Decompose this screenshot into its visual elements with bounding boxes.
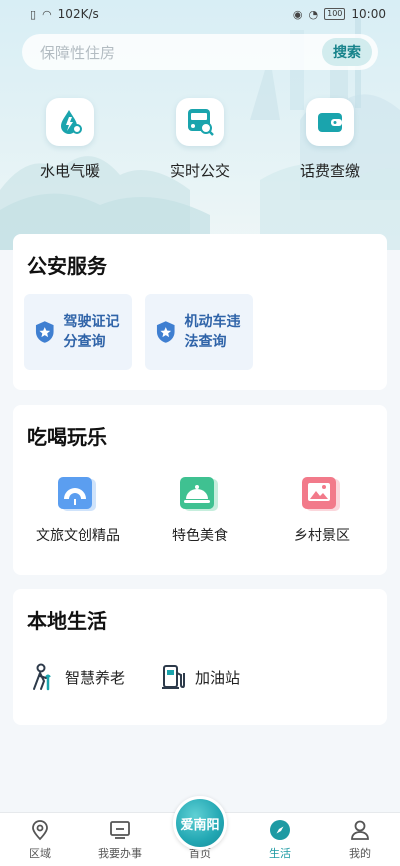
status-bar: ▯ ◠ 102K/s ◉ ◔ 100 10:00 — [0, 0, 400, 28]
quick-item-label: 水电气暖 — [39, 162, 100, 180]
quick-item-label: 实时公交 — [169, 162, 230, 180]
food-fun-card: 吃喝玩乐 文旅文创精品 特色美食 乡村景区 — [13, 405, 387, 575]
wallet-icon — [306, 98, 354, 146]
search-input[interactable]: 保障性住房 — [40, 42, 115, 63]
tab-label: 我要办事 — [98, 847, 142, 860]
smart-elderly-care[interactable]: 智慧养老 — [31, 663, 125, 691]
fun-item-label: 特色美食 — [172, 528, 228, 544]
bus-icon — [176, 98, 224, 146]
logo-text: 爱南阳 — [180, 817, 220, 833]
quick-item-bus[interactable]: 实时公交 — [145, 98, 255, 181]
tile-label: 机动车违法查询 — [184, 314, 241, 350]
tile-label: 驾驶证记分查询 — [63, 314, 120, 350]
search-bar[interactable]: 保障性住房 搜索 — [22, 34, 378, 70]
sim-icon: ▯ — [30, 7, 37, 21]
landscape-icon — [302, 477, 340, 511]
section-title: 公安服务 — [27, 254, 107, 278]
section-title: 本地生活 — [27, 609, 107, 633]
clock: 10:00 — [351, 7, 386, 21]
monitor-icon — [110, 821, 130, 839]
tab-region[interactable]: 区域 — [0, 819, 80, 861]
local-food[interactable]: 特色美食 — [140, 475, 260, 545]
quick-services: 水电气暖 实时公交 话费查缴 — [0, 98, 400, 190]
fun-item-label: 文旅文创精品 — [36, 528, 120, 544]
shield-star-icon — [156, 321, 175, 343]
vehicle-violation-query[interactable]: 机动车违法查询 — [145, 294, 253, 370]
battery-icon: 100 — [324, 8, 346, 20]
water-drop-icon — [46, 98, 94, 146]
police-services-card: 公安服务 驾驶证记分查询 机动车违法查询 — [13, 234, 387, 390]
network-speed: 102K/s — [57, 7, 99, 21]
tab-life[interactable]: 生活 — [240, 819, 320, 861]
tab-services[interactable]: 我要办事 — [80, 819, 160, 861]
local-item-label: 加油站 — [195, 668, 241, 687]
local-life-card: 本地生活 智慧养老 加油站 — [13, 589, 387, 725]
cloche-icon — [180, 477, 218, 511]
local-item-label: 智慧养老 — [65, 668, 126, 687]
gas-station[interactable]: 加油站 — [161, 663, 240, 691]
fun-item-label: 乡村景区 — [294, 528, 350, 544]
tab-label: 生活 — [269, 847, 291, 860]
quick-item-phone-bill[interactable]: 话费查缴 — [275, 98, 385, 181]
search-button[interactable]: 搜索 — [322, 38, 372, 66]
tab-label: 区域 — [29, 847, 51, 860]
location-pin-icon — [32, 820, 48, 841]
quick-item-utilities[interactable]: 水电气暖 — [15, 98, 125, 181]
rural-scenic-spots[interactable]: 乡村景区 — [262, 475, 382, 545]
fuel-pump-icon — [162, 665, 185, 689]
license-points-query[interactable]: 驾驶证记分查询 — [24, 294, 132, 370]
tab-label: 我的 — [349, 847, 371, 860]
compass-icon — [270, 820, 290, 840]
home-logo-icon[interactable]: 爱南阳 — [173, 796, 227, 850]
fan-icon — [58, 477, 96, 511]
culture-tourism-products[interactable]: 文旅文创精品 — [18, 475, 138, 545]
quick-item-label: 话费查缴 — [299, 162, 360, 180]
shield-star-icon — [35, 321, 54, 343]
user-icon — [351, 820, 369, 840]
wifi-icon: ◠ — [42, 7, 52, 21]
tab-mine[interactable]: 我的 — [320, 819, 400, 861]
eye-icon: ◉ — [292, 7, 303, 21]
gauge-icon: ◔ — [308, 7, 319, 21]
section-title: 吃喝玩乐 — [27, 425, 107, 449]
elderly-icon — [33, 663, 51, 691]
